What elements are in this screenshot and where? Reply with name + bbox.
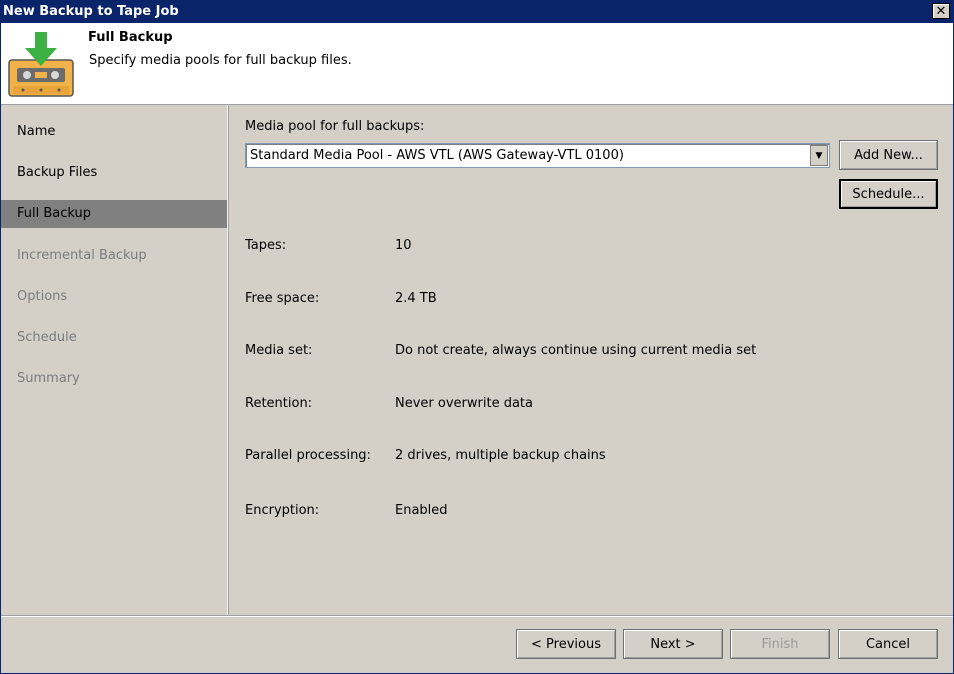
encryption-label: Encryption: bbox=[245, 503, 320, 518]
chevron-down-icon[interactable]: ▼ bbox=[810, 145, 828, 166]
page-title: Full Backup bbox=[88, 30, 173, 45]
cancel-button[interactable]: Cancel bbox=[838, 629, 938, 659]
previous-button[interactable]: < Previous bbox=[516, 629, 616, 659]
free-space-label: Free space: bbox=[245, 291, 320, 306]
media-pool-label: Media pool for full backups: bbox=[245, 119, 425, 134]
media-pool-dropdown[interactable]: Standard Media Pool - AWS VTL (AWS Gatew… bbox=[245, 143, 830, 168]
page-subtitle: Specify media pools for full backup file… bbox=[89, 53, 352, 68]
close-button[interactable]: ✕ bbox=[932, 3, 950, 19]
media-set-value: Do not create, always continue using cur… bbox=[395, 343, 757, 358]
parallel-processing-value: 2 drives, multiple backup chains bbox=[395, 448, 606, 463]
sidebar-item-options: Options bbox=[17, 289, 68, 304]
retention-value: Never overwrite data bbox=[395, 396, 533, 411]
sidebar-item-full-backup[interactable]: Full Backup bbox=[1, 200, 227, 228]
title-bar: New Backup to Tape Job ✕ bbox=[1, 1, 953, 23]
media-set-label: Media set: bbox=[245, 343, 313, 358]
tapes-label: Tapes: bbox=[245, 238, 287, 253]
tape-download-icon bbox=[8, 32, 74, 97]
wizard-header: Full Backup Specify media pools for full… bbox=[1, 23, 953, 105]
wizard-steps-sidebar: Name Backup Files Full Backup Incrementa… bbox=[1, 105, 228, 615]
dialog-window: New Backup to Tape Job ✕ Full Backup Spe… bbox=[0, 0, 954, 674]
tapes-value: 10 bbox=[395, 238, 412, 253]
sidebar-item-schedule: Schedule bbox=[17, 330, 77, 345]
sidebar-item-backup-files[interactable]: Backup Files bbox=[1, 159, 227, 187]
close-icon: ✕ bbox=[935, 3, 947, 19]
schedule-button[interactable]: Schedule... bbox=[839, 179, 938, 209]
sidebar-item-name[interactable]: Name bbox=[1, 118, 227, 146]
parallel-processing-label: Parallel processing: bbox=[245, 448, 371, 463]
encryption-value: Enabled bbox=[395, 503, 448, 518]
free-space-value: 2.4 TB bbox=[395, 291, 437, 306]
sidebar-item-summary: Summary bbox=[17, 371, 80, 386]
sidebar-item-incremental-backup: Incremental Backup bbox=[17, 248, 147, 263]
retention-label: Retention: bbox=[245, 396, 313, 411]
wizard-footer: < Previous Next > Finish Cancel bbox=[1, 615, 953, 673]
window-title: New Backup to Tape Job bbox=[3, 4, 179, 19]
add-new-button[interactable]: Add New... bbox=[839, 140, 938, 170]
next-button[interactable]: Next > bbox=[623, 629, 723, 659]
media-pool-selected-value: Standard Media Pool - AWS VTL (AWS Gatew… bbox=[250, 148, 624, 163]
finish-button: Finish bbox=[730, 629, 830, 659]
main-panel: Media pool for full backups: Standard Me… bbox=[229, 105, 953, 615]
